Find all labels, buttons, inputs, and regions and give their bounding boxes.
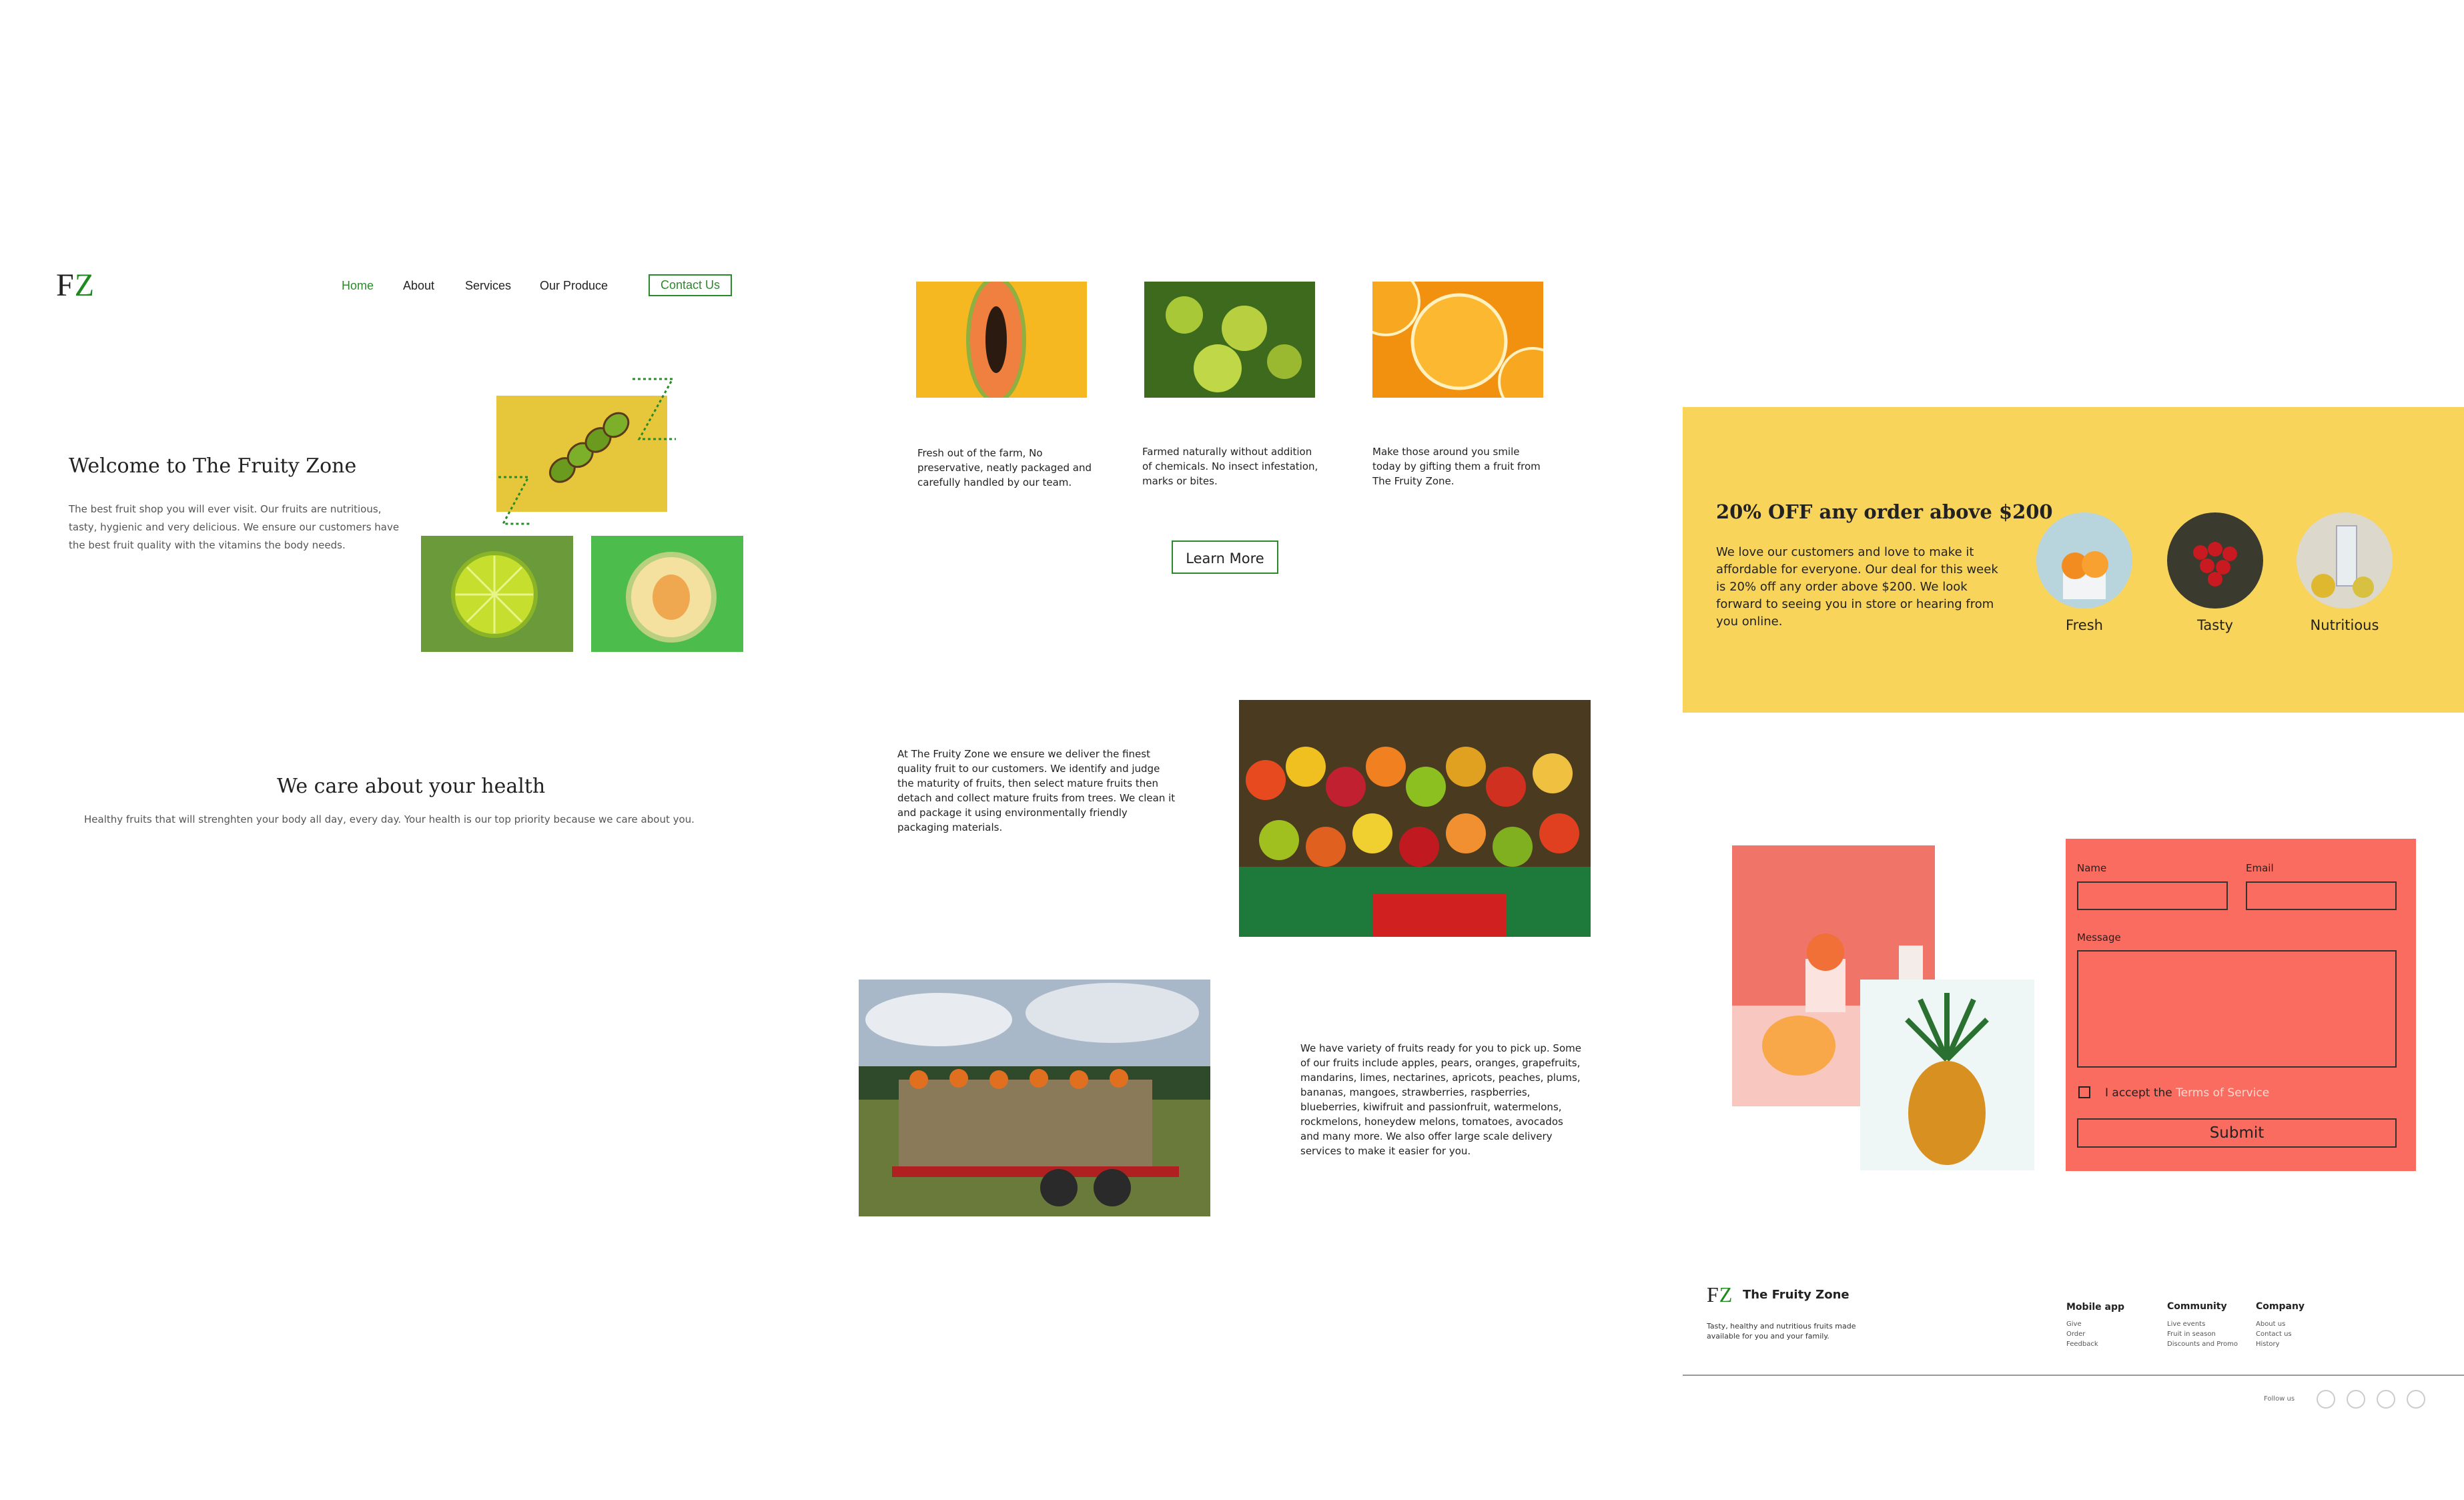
tasty-label: Tasty bbox=[2197, 617, 2233, 633]
footer-link[interactable]: Discounts and Promo bbox=[2167, 1339, 2238, 1349]
market-stall-illustration bbox=[1239, 700, 1591, 937]
footer-link[interactable]: About us bbox=[2256, 1319, 2285, 1329]
feature-text-2: Farmed naturally without addition of che… bbox=[1142, 446, 1318, 487]
social-icon[interactable] bbox=[2317, 1390, 2335, 1409]
footer-divider bbox=[1683, 1375, 2464, 1376]
pumpkin-trailer-image bbox=[859, 980, 1210, 1216]
about-text: At The Fruity Zone we ensure we deliver … bbox=[897, 748, 1176, 833]
promo-title: 20% OFF any order above $200 bbox=[1716, 500, 2053, 523]
pineapple-illustration bbox=[1860, 980, 2034, 1170]
name-input[interactable] bbox=[2077, 881, 2228, 910]
pumpkin-trailer-illustration bbox=[859, 980, 1210, 1216]
terms-of-service-link[interactable]: Terms of Service bbox=[2176, 1086, 2269, 1100]
dotted-z-decoration bbox=[633, 378, 676, 440]
orange-slices-image bbox=[1372, 282, 1543, 398]
papaya-image bbox=[916, 282, 1087, 398]
feature-text-1: Fresh out of the farm, No preservative, … bbox=[917, 447, 1092, 488]
contact-us-button[interactable]: Contact Us bbox=[649, 274, 733, 296]
footer-link[interactable]: Order bbox=[2066, 1329, 2085, 1339]
tasty-illustration bbox=[2167, 512, 2263, 609]
nav-about[interactable]: About bbox=[403, 279, 434, 293]
papaya-illustration bbox=[916, 282, 1087, 398]
header-logo[interactable]: FZ bbox=[56, 267, 95, 304]
message-label: Message bbox=[2077, 931, 2121, 944]
green-citrus-illustration bbox=[1144, 282, 1315, 398]
name-label: Name bbox=[2077, 862, 2107, 874]
fresh-circle-image bbox=[2036, 512, 2132, 609]
nav-services[interactable]: Services bbox=[465, 279, 511, 293]
care-text: Healthy fruits that will strenghten your… bbox=[84, 813, 695, 825]
terms-checkbox[interactable] bbox=[2078, 1086, 2090, 1098]
message-textarea[interactable] bbox=[2077, 950, 2397, 1068]
footer-brand: The Fruity Zone bbox=[1743, 1288, 1850, 1302]
promo-text: We love our customers and love to make i… bbox=[1716, 545, 1998, 629]
variety-text: We have variety of fruits ready for you … bbox=[1300, 1042, 1581, 1157]
hero-text: The best fruit shop you will ever visit.… bbox=[69, 503, 400, 551]
dotted-z-decoration bbox=[498, 476, 532, 525]
footer-link[interactable]: Give bbox=[2066, 1319, 2082, 1329]
green-citrus-image bbox=[1144, 282, 1315, 398]
pineapple-image bbox=[1860, 980, 2034, 1170]
nutritious-label: Nutritious bbox=[2310, 617, 2379, 633]
social-icon[interactable] bbox=[2407, 1390, 2425, 1409]
lime-image bbox=[421, 536, 573, 652]
follow-us-label: Follow us bbox=[2264, 1395, 2295, 1403]
nav-home[interactable]: Home bbox=[342, 279, 374, 293]
footer-link[interactable]: Feedback bbox=[2066, 1339, 2098, 1349]
footer-link[interactable]: Fruit in season bbox=[2167, 1329, 2216, 1339]
social-icon[interactable] bbox=[2347, 1390, 2365, 1409]
fresh-label: Fresh bbox=[2066, 617, 2103, 633]
footer-link[interactable]: History bbox=[2256, 1339, 2280, 1349]
hero-title: Welcome to The Fruity Zone bbox=[69, 454, 357, 478]
orange-slices-illustration bbox=[1372, 282, 1543, 398]
feature-text-3: Make those around you smile today by gif… bbox=[1372, 446, 1541, 487]
email-label: Email bbox=[2246, 862, 2274, 874]
email-input[interactable] bbox=[2246, 881, 2397, 910]
tasty-circle-image bbox=[2167, 512, 2263, 609]
lime-illustration bbox=[421, 536, 573, 652]
nutritious-illustration bbox=[2297, 512, 2393, 609]
terms-text: I accept the Terms of Service bbox=[2105, 1086, 2270, 1100]
footer-col-company: Company bbox=[2256, 1301, 2305, 1312]
social-icon[interactable] bbox=[2377, 1390, 2395, 1409]
footer-logo[interactable]: FZ bbox=[1707, 1282, 1733, 1307]
melon-illustration bbox=[591, 536, 743, 652]
submit-button[interactable]: Submit bbox=[2077, 1118, 2397, 1148]
nav-our-produce[interactable]: Our Produce bbox=[540, 279, 608, 293]
footer-link[interactable]: Live events bbox=[2167, 1319, 2205, 1329]
footer-col-community: Community bbox=[2167, 1301, 2227, 1312]
care-title: We care about your health bbox=[277, 775, 546, 798]
nutritious-circle-image bbox=[2297, 512, 2393, 609]
footer-link[interactable]: Contact us bbox=[2256, 1329, 2292, 1339]
fresh-illustration bbox=[2036, 512, 2132, 609]
footer-tagline: Tasty, healthy and nutritious fruits mad… bbox=[1707, 1322, 1856, 1341]
market-stall-image bbox=[1239, 700, 1591, 937]
learn-more-button[interactable]: Learn More bbox=[1172, 540, 1278, 574]
melon-image bbox=[591, 536, 743, 652]
footer-col-mobile-app: Mobile app bbox=[2066, 1302, 2125, 1312]
